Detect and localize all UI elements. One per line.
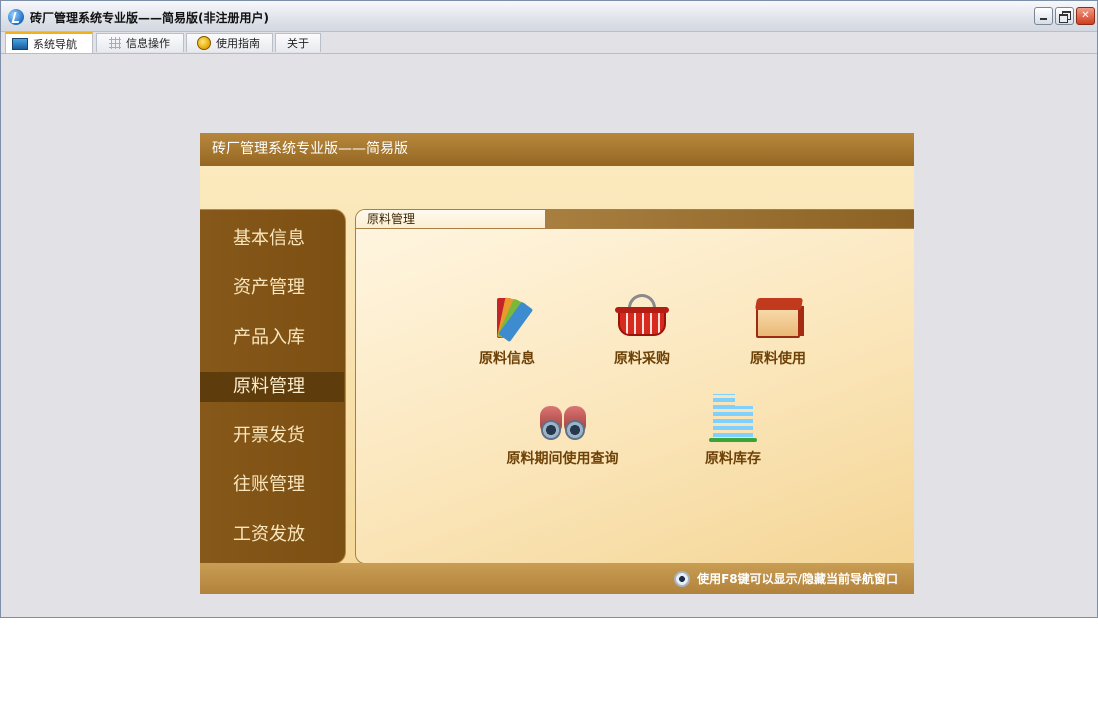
tab-system-navigation[interactable]: 系统导航 [5,32,93,53]
monitor-icon [12,37,28,50]
feature-label: 原料使用 [750,351,806,367]
menu-item-raw-material-management[interactable]: 原料管理 [200,372,344,402]
menu-item-product-stock-in[interactable]: 产品入库 [200,323,344,353]
feature-raw-material-usage[interactable]: 原料使用 [713,292,843,368]
tab-info-operation[interactable]: 信息操作 [96,33,184,52]
side-menu: 基本信息 资产管理 产品入库 原料管理 开票发货 往账管理 工资发放 [200,209,346,564]
content-tab-header: 原料管理 [356,210,914,229]
binoculars-icon [535,392,591,444]
minimize-icon [1040,18,1047,20]
close-button[interactable]: ✕ [1076,7,1095,25]
menu-item-invoice-shipping[interactable]: 开票发货 [200,421,344,451]
feature-label: 原料信息 [479,351,535,367]
feature-label: 原料期间使用查询 [506,451,619,467]
nav-footer: 使用F8键可以显示/隐藏当前导航窗口 [200,563,914,594]
menu-item-accounts[interactable]: 往账管理 [200,470,344,500]
tab-user-guide[interactable]: 使用指南 [186,33,273,52]
shopping-basket-icon [614,292,670,344]
window-title: 砖厂管理系统专业版——简易版(非注册用户) [30,11,269,25]
content-panel: 原料管理 原料信息 原料采购 原料使用 原料期间使用查询 原料库存 [355,209,914,564]
section-title: 原料管理 [356,210,546,228]
close-icon: ✕ [1081,10,1090,21]
window-controls: ✕ [1034,7,1095,25]
tab-label: 系统导航 [33,37,77,51]
section-tab-strip [546,210,914,228]
menu-item-payroll[interactable]: 工资发放 [200,520,344,550]
color-swatch-icon [479,292,535,344]
feature-raw-material-inventory[interactable]: 原料库存 [668,392,798,468]
tab-label: 关于 [287,37,309,50]
menu-item-asset-management[interactable]: 资产管理 [200,273,344,303]
feature-raw-material-purchase[interactable]: 原料采购 [577,292,707,368]
feature-raw-material-period-query[interactable]: 原料期间使用查询 [490,392,635,468]
tab-label: 使用指南 [216,37,260,50]
footer-hint: 使用F8键可以显示/隐藏当前导航窗口 [674,570,898,587]
feature-label: 原料采购 [614,351,670,367]
webcam-icon [674,570,691,587]
footer-hint-text: 使用F8键可以显示/隐藏当前导航窗口 [697,572,898,586]
title-bar[interactable]: 砖厂管理系统专业版——简易版(非注册用户) ✕ [1,1,1097,32]
nav-header-title: 砖厂管理系统专业版——简易版 [200,133,914,166]
menu-item-basic-info[interactable]: 基本信息 [200,224,344,254]
restore-button[interactable] [1055,7,1074,25]
minimize-button[interactable] [1034,7,1053,25]
app-logo-icon [8,9,24,25]
grid-icon [109,37,121,49]
box-icon [750,292,806,344]
feature-label: 原料库存 [705,451,761,467]
main-tab-bar: 系统导航 信息操作 使用指南 关于 [1,32,1097,54]
building-icon [705,392,761,444]
feature-raw-material-info[interactable]: 原料信息 [442,292,572,368]
tab-label: 信息操作 [126,37,170,50]
lightbulb-icon [197,36,211,50]
tab-about[interactable]: 关于 [275,33,321,52]
restore-icon-back [1059,14,1068,23]
navigation-panel: 砖厂管理系统专业版——简易版 基本信息 资产管理 产品入库 原料管理 开票发货 … [200,133,914,594]
